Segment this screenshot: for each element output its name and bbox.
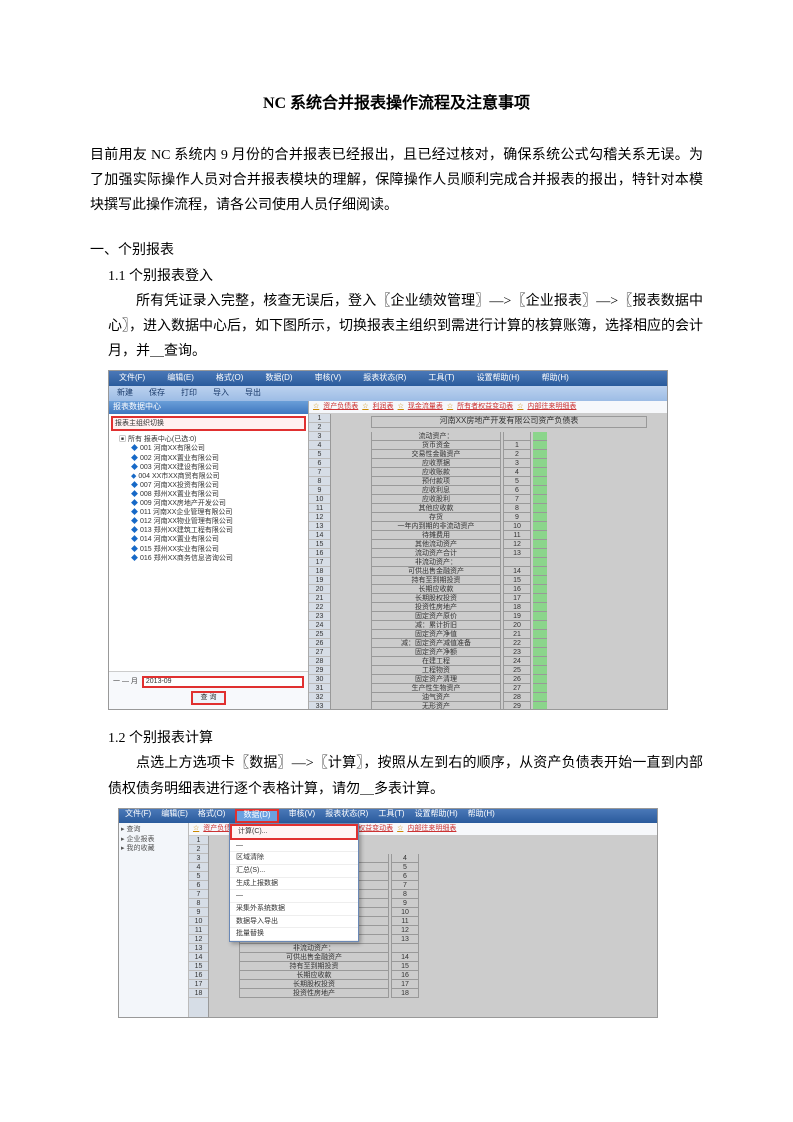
- toolbar-button[interactable]: 导入: [209, 388, 233, 399]
- nav-sidebar: ▸ 查询▸ 企业报表▸ 我的收藏: [119, 823, 189, 1017]
- dropdown-item[interactable]: 数据导入导出: [230, 916, 358, 929]
- report-tab[interactable]: 现金流量表: [408, 403, 443, 411]
- tree-node[interactable]: ◆ 008 郑州XX置业有限公司: [113, 490, 304, 499]
- sheet-value-col: [533, 432, 547, 711]
- row-numbers: 1234567891011121314151617181920212223242…: [309, 414, 331, 711]
- toolbar: 新建保存打印导入导出: [109, 386, 667, 401]
- tree-node[interactable]: ◆ 013 郑州XX建筑工程有限公司: [113, 526, 304, 535]
- menu-item[interactable]: 工具(T): [378, 810, 404, 822]
- menubar: 文件(F) 编辑(E) 格式(O) 数据(D) 审核(V) 报表状态(R) 工具(T) 设置帮…: [109, 371, 667, 386]
- menu-item[interactable]: 审核(V): [289, 810, 316, 822]
- menu-item[interactable]: 数据(D): [259, 373, 298, 384]
- section-1-heading: 一、个别报表: [90, 238, 703, 263]
- org-switch-highlight[interactable]: 报表主组织切换: [111, 416, 306, 432]
- menu-item[interactable]: 帮助(H): [468, 810, 495, 822]
- sheet-body: 河南XX房地产开发有限公司资产负债表 流动资产：货币资金交易性金融资产应收票据应…: [331, 414, 667, 711]
- doc-title: NC 系统合并报表操作流程及注意事项: [90, 90, 703, 119]
- section-1-1-body: 所有凭证录入完整，核查无误后，登入〖企业绩效管理〗—>〖企业报表〗—>〖报表数据…: [108, 289, 703, 365]
- section-1-2-body: 点选上方选项卡〖数据〗—>〖计算〗，按照从左到右的顺序，从资产负债表开始一直到内…: [108, 751, 703, 801]
- menu-item[interactable]: 设置帮助(H): [415, 810, 458, 822]
- menu-item[interactable]: 审核(V): [309, 373, 348, 384]
- star-icon: ☆: [313, 403, 319, 411]
- dropdown-item[interactable]: —: [230, 890, 358, 903]
- report-grid: 1234567891011121314151617181920212223242…: [309, 414, 667, 711]
- tree-node[interactable]: ◆ 015 郑州XX实业有限公司: [113, 545, 304, 554]
- nav-item[interactable]: ▸ 我的收藏: [121, 844, 186, 854]
- left-panel-footer: 一 — 月 2013-09 查 询: [109, 671, 308, 709]
- period-input[interactable]: 2013-09: [142, 676, 304, 688]
- query-button[interactable]: 查 询: [191, 691, 227, 705]
- dropdown-item[interactable]: 采集外系统数据: [230, 903, 358, 916]
- dropdown-item[interactable]: 区域清除: [230, 852, 358, 865]
- screenshot-2: 文件(F) 编辑(E) 格式(O) 数据(D) 审核(V) 报表状态(R) 工具(T) 设置帮…: [118, 808, 658, 1018]
- org-tree[interactable]: ▣ 所有 报表中心(已选:0) ◆ 001 河南XX有限公司◆ 002 河南XX…: [109, 433, 308, 671]
- tree-node[interactable]: ◆ 002 河南XX置业有限公司: [113, 454, 304, 463]
- star-icon: ☆: [447, 403, 453, 411]
- toolbar-button[interactable]: 打印: [177, 388, 201, 399]
- menu-item[interactable]: 数据(D): [235, 809, 278, 823]
- dropdown-item[interactable]: 批量替换: [230, 928, 358, 941]
- tree-node[interactable]: ◆ 011 河南XX企业管理有限公司: [113, 508, 304, 517]
- star-icon: ☆: [517, 403, 523, 411]
- left-panel: 报表数据中心 报表主组织切换 ▣ 所有 报表中心(已选:0) ◆ 001 河南X…: [109, 401, 309, 709]
- menu-item[interactable]: 工具(T): [422, 373, 460, 384]
- tree-node[interactable]: ◆ 014 河南XX置业有限公司: [113, 535, 304, 544]
- toolbar-button[interactable]: 导出: [241, 388, 265, 399]
- sheet-linenum-col-2: 456789101112131415161718: [391, 854, 419, 998]
- right-panel: ☆ 资产负债表 ☆ 利润表 ☆ 现金流量表 ☆ 所有者权益变动表 ☆ 内部往来明细表 123456…: [309, 401, 667, 709]
- menu-item[interactable]: 编辑(E): [161, 810, 188, 822]
- menu-item[interactable]: 报表状态(R): [325, 810, 368, 822]
- tree-node[interactable]: ◆ 003 河南XX建设有限公司: [113, 463, 304, 472]
- dropdown-item[interactable]: 生成上报数据: [230, 878, 358, 891]
- tree-node[interactable]: ◆ 012 河南XX物业管理有限公司: [113, 517, 304, 526]
- intro-paragraph: 目前用友 NC 系统内 9 月份的合并报表已经报出，且已经过核对，确保系统公式勾…: [90, 143, 703, 219]
- menu-item[interactable]: 文件(F): [113, 373, 151, 384]
- tree-root[interactable]: ▣ 所有 报表中心(已选:0): [113, 435, 304, 444]
- star-icon: ☆: [362, 403, 368, 411]
- menu-item[interactable]: 编辑(E): [161, 373, 200, 384]
- sheet-title: 河南XX房地产开发有限公司资产负债表: [371, 416, 647, 428]
- dropdown-item[interactable]: 计算(C)...: [230, 824, 358, 840]
- toolbar-button[interactable]: 保存: [145, 388, 169, 399]
- report-tab[interactable]: 利润表: [373, 403, 394, 411]
- report-tabs[interactable]: ☆ 资产负债表 ☆ 利润表 ☆ 现金流量表 ☆ 所有者权益变动表 ☆ 内部往来明细表: [309, 401, 667, 414]
- report-tab[interactable]: 资产负债表: [323, 403, 358, 411]
- menu-item[interactable]: 文件(F): [125, 810, 151, 822]
- star-icon: ☆: [398, 403, 404, 411]
- sheet-item-col: 流动资产：货币资金交易性金融资产应收票据应收账款预付款项应收利息应收股利其他应收…: [371, 432, 501, 711]
- tree-node[interactable]: ◆ 007 河南XX投资有限公司: [113, 481, 304, 490]
- left-panel-header: 报表数据中心: [109, 401, 308, 414]
- dropdown-item[interactable]: 汇总(S)...: [230, 865, 358, 878]
- report-tab[interactable]: 所有者权益变动表: [457, 403, 513, 411]
- menu-item[interactable]: 帮助(H): [536, 373, 575, 384]
- nav-item[interactable]: ▸ 查询: [121, 825, 186, 835]
- menu-item[interactable]: 格式(O): [198, 810, 226, 822]
- screenshot-1: 文件(F) 编辑(E) 格式(O) 数据(D) 审核(V) 报表状态(R) 工具(T) 设置帮…: [108, 370, 668, 710]
- sheet-linenum-col: 1234567891011121314151617181920212223242…: [503, 432, 531, 711]
- tree-node[interactable]: ◆ 009 河南XX房地产开发公司: [113, 499, 304, 508]
- menubar-2: 文件(F) 编辑(E) 格式(O) 数据(D) 审核(V) 报表状态(R) 工具(T) 设置帮…: [119, 809, 657, 823]
- nav-item[interactable]: ▸ 企业报表: [121, 835, 186, 845]
- tree-node[interactable]: ◆ 001 河南XX有限公司: [113, 444, 304, 453]
- tree-node[interactable]: ◆ 004 XX市XX商贸有限公司: [113, 472, 304, 481]
- tree-node[interactable]: ◆ 016 郑州XX商务信息咨询公司: [113, 554, 304, 563]
- section-1-2-heading: 1.2 个别报表计算: [108, 726, 703, 751]
- menu-item[interactable]: 格式(O): [210, 373, 250, 384]
- menu-item[interactable]: 报表状态(R): [357, 373, 412, 384]
- dropdown-item[interactable]: —: [230, 840, 358, 853]
- menu-item[interactable]: 设置帮助(H): [471, 373, 526, 384]
- star-icon: ☆: [193, 825, 199, 833]
- period-label: 一 — 月: [113, 678, 138, 686]
- toolbar-button[interactable]: 新建: [113, 388, 137, 399]
- row-numbers-2: 123456789101112131415161718: [189, 836, 209, 1017]
- data-menu-dropdown[interactable]: 计算(C)...—区域清除汇总(S)...生成上报数据—采集外系统数据数据导入导…: [229, 823, 359, 942]
- section-1-1-heading: 1.1 个别报表登入: [108, 264, 703, 289]
- report-tab[interactable]: 内部往来明细表: [407, 825, 456, 833]
- star-icon: ☆: [397, 825, 403, 833]
- report-tab[interactable]: 内部往来明细表: [527, 403, 576, 411]
